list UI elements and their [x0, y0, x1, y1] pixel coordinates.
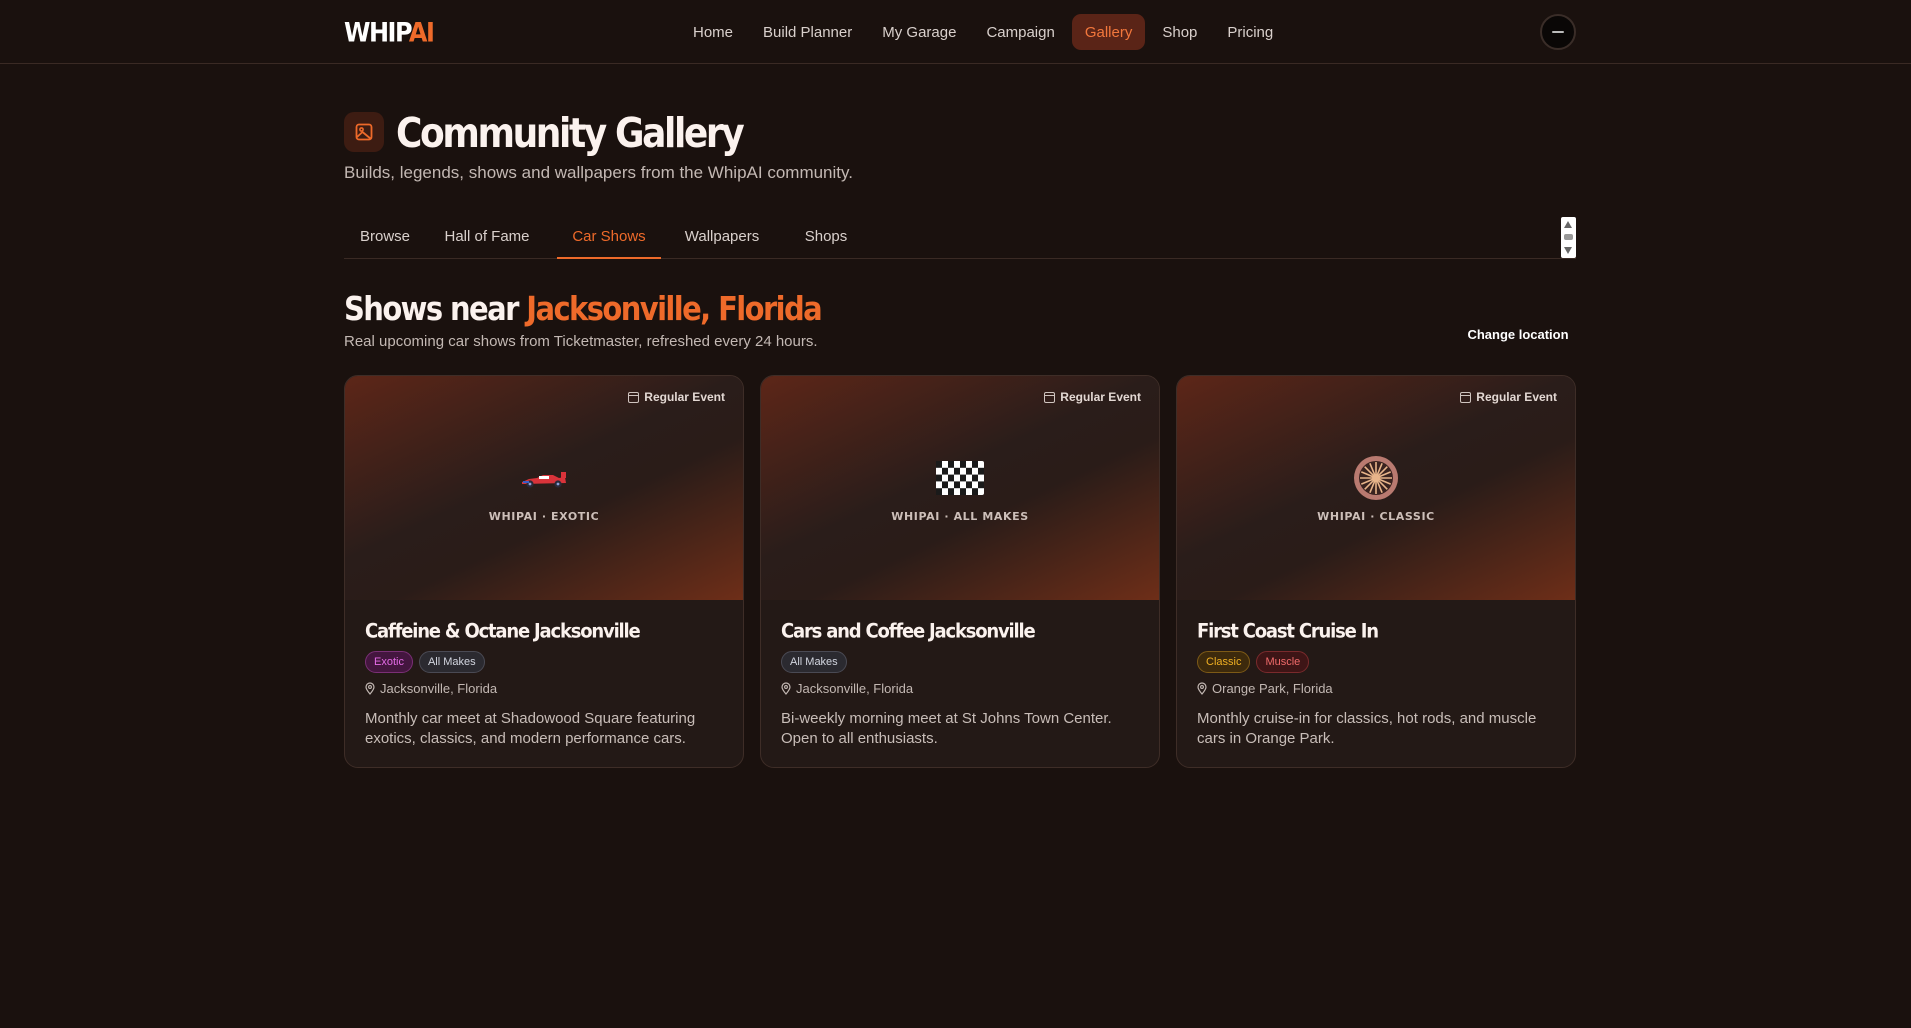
- gallery-tabs: Browse Hall of Fame Car Shows Wallpapers…: [344, 216, 1576, 259]
- map-pin-icon: [365, 681, 375, 695]
- card-body: First Coast Cruise In Classic Muscle Ora…: [1197, 620, 1555, 749]
- change-location-button[interactable]: Change location: [1460, 324, 1576, 346]
- tag-list: All Makes: [781, 651, 1139, 673]
- scroll-down-icon[interactable]: [1564, 247, 1572, 254]
- calendar-icon: [1460, 391, 1472, 403]
- nav-build-planner[interactable]: Build Planner: [750, 14, 865, 50]
- hero-caption: WHIPAI · ALL MAKES: [891, 510, 1029, 523]
- scroll-thumb[interactable]: [1564, 234, 1573, 240]
- tab-shops[interactable]: Shops: [798, 216, 854, 259]
- show-card[interactable]: Regular Event WHIPAI · EXOTIC Caffeine &…: [344, 375, 744, 768]
- avatar[interactable]: [1540, 14, 1576, 50]
- card-title: Cars and Coffee Jacksonville: [781, 620, 1036, 644]
- tabs-scroll-control[interactable]: [1561, 217, 1576, 258]
- tag-muscle: Muscle: [1256, 651, 1310, 673]
- card-location: Jacksonville, Florida: [781, 679, 1139, 697]
- shows-heading-prefix: Shows near: [344, 290, 527, 329]
- page-title: Community Gallery: [396, 110, 745, 158]
- shows-heading: Shows near Jacksonville, Florida: [344, 290, 823, 329]
- tag-all-makes: All Makes: [781, 651, 847, 673]
- card-body: Cars and Coffee Jacksonville All Makes J…: [781, 620, 1139, 749]
- shows-subtitle: Real upcoming car shows from Ticketmaste…: [344, 333, 818, 350]
- tab-hall-of-fame[interactable]: Hall of Fame: [434, 216, 540, 259]
- logo[interactable]: WHIPAI: [344, 17, 435, 49]
- tab-browse[interactable]: Browse: [344, 216, 426, 259]
- scroll-up-icon[interactable]: [1564, 221, 1572, 228]
- card-title: Caffeine & Octane Jacksonville: [365, 620, 641, 644]
- card-body: Caffeine & Octane Jacksonville Exotic Al…: [365, 620, 723, 749]
- show-card[interactable]: Regular Event WHIPAI · CLASSIC First Coa…: [1176, 375, 1576, 768]
- card-hero: Regular Event WHIPAI · CLASSIC: [1177, 376, 1575, 600]
- card-hero: Regular Event WHIPAI · EXOTIC: [345, 376, 743, 600]
- event-type-badge: Regular Event: [1460, 388, 1557, 406]
- event-type-badge: Regular Event: [1044, 388, 1141, 406]
- card-title: First Coast Cruise In: [1197, 620, 1379, 644]
- card-location: Orange Park, Florida: [1197, 679, 1555, 697]
- event-type-label: Regular Event: [644, 390, 725, 404]
- hero-caption: WHIPAI · CLASSIC: [1317, 510, 1435, 523]
- calendar-icon: [628, 391, 640, 403]
- nav-my-garage[interactable]: My Garage: [869, 14, 969, 50]
- race-car-icon: [518, 456, 570, 500]
- card-hero: Regular Event WHIPAI · ALL MAKES: [761, 376, 1159, 600]
- tag-list: Exotic All Makes: [365, 651, 723, 673]
- page-subtitle: Builds, legends, shows and wallpapers fr…: [344, 163, 853, 182]
- nav-home[interactable]: Home: [680, 14, 746, 50]
- map-pin-icon: [1197, 681, 1207, 695]
- shows-heading-location: Jacksonville, Florida: [526, 290, 822, 329]
- card-location: Jacksonville, Florida: [365, 679, 723, 697]
- nav-pricing[interactable]: Pricing: [1214, 14, 1286, 50]
- tag-all-makes: All Makes: [418, 651, 485, 673]
- hero-caption: WHIPAI · EXOTIC: [488, 510, 600, 523]
- card-location-text: Jacksonville, Florida: [380, 680, 498, 696]
- card-description: Bi-weekly morning meet at St Johns Town …: [781, 710, 1112, 747]
- logo-main: WHIP: [344, 17, 410, 49]
- event-type-badge: Regular Event: [628, 388, 725, 406]
- nav-campaign[interactable]: Campaign: [973, 14, 1067, 50]
- tag-classic: Classic: [1197, 651, 1251, 673]
- card-location-text: Jacksonville, Florida: [796, 680, 914, 696]
- card-description: Monthly car meet at Shadowood Square fea…: [365, 710, 696, 747]
- avatar-mark: [1552, 31, 1564, 33]
- wheel-icon: [1350, 456, 1402, 500]
- main-nav: Home Build Planner My Garage Campaign Ga…: [680, 14, 1286, 50]
- checkered-flag-icon: [934, 456, 986, 500]
- tab-wallpapers[interactable]: Wallpapers: [678, 216, 766, 259]
- card-location-text: Orange Park, Florida: [1212, 680, 1333, 696]
- map-pin-icon: [781, 681, 791, 695]
- card-description: Monthly cruise-in for classics, hot rods…: [1197, 710, 1537, 747]
- event-type-label: Regular Event: [1476, 390, 1557, 404]
- tag-list: Classic Muscle: [1197, 651, 1555, 673]
- tab-car-shows[interactable]: Car Shows: [557, 216, 661, 259]
- event-type-label: Regular Event: [1060, 390, 1141, 404]
- calendar-icon: [1044, 391, 1056, 403]
- tag-exotic: Exotic: [365, 651, 413, 673]
- nav-gallery[interactable]: Gallery: [1071, 14, 1146, 50]
- image-icon: [344, 112, 384, 152]
- nav-shop[interactable]: Shop: [1149, 14, 1210, 50]
- logo-accent: AI: [408, 17, 435, 49]
- top-navbar: WHIPAI Home Build Planner My Garage Camp…: [0, 0, 1911, 64]
- show-card[interactable]: Regular Event WHIPAI · ALL MAKES Cars an…: [760, 375, 1160, 768]
